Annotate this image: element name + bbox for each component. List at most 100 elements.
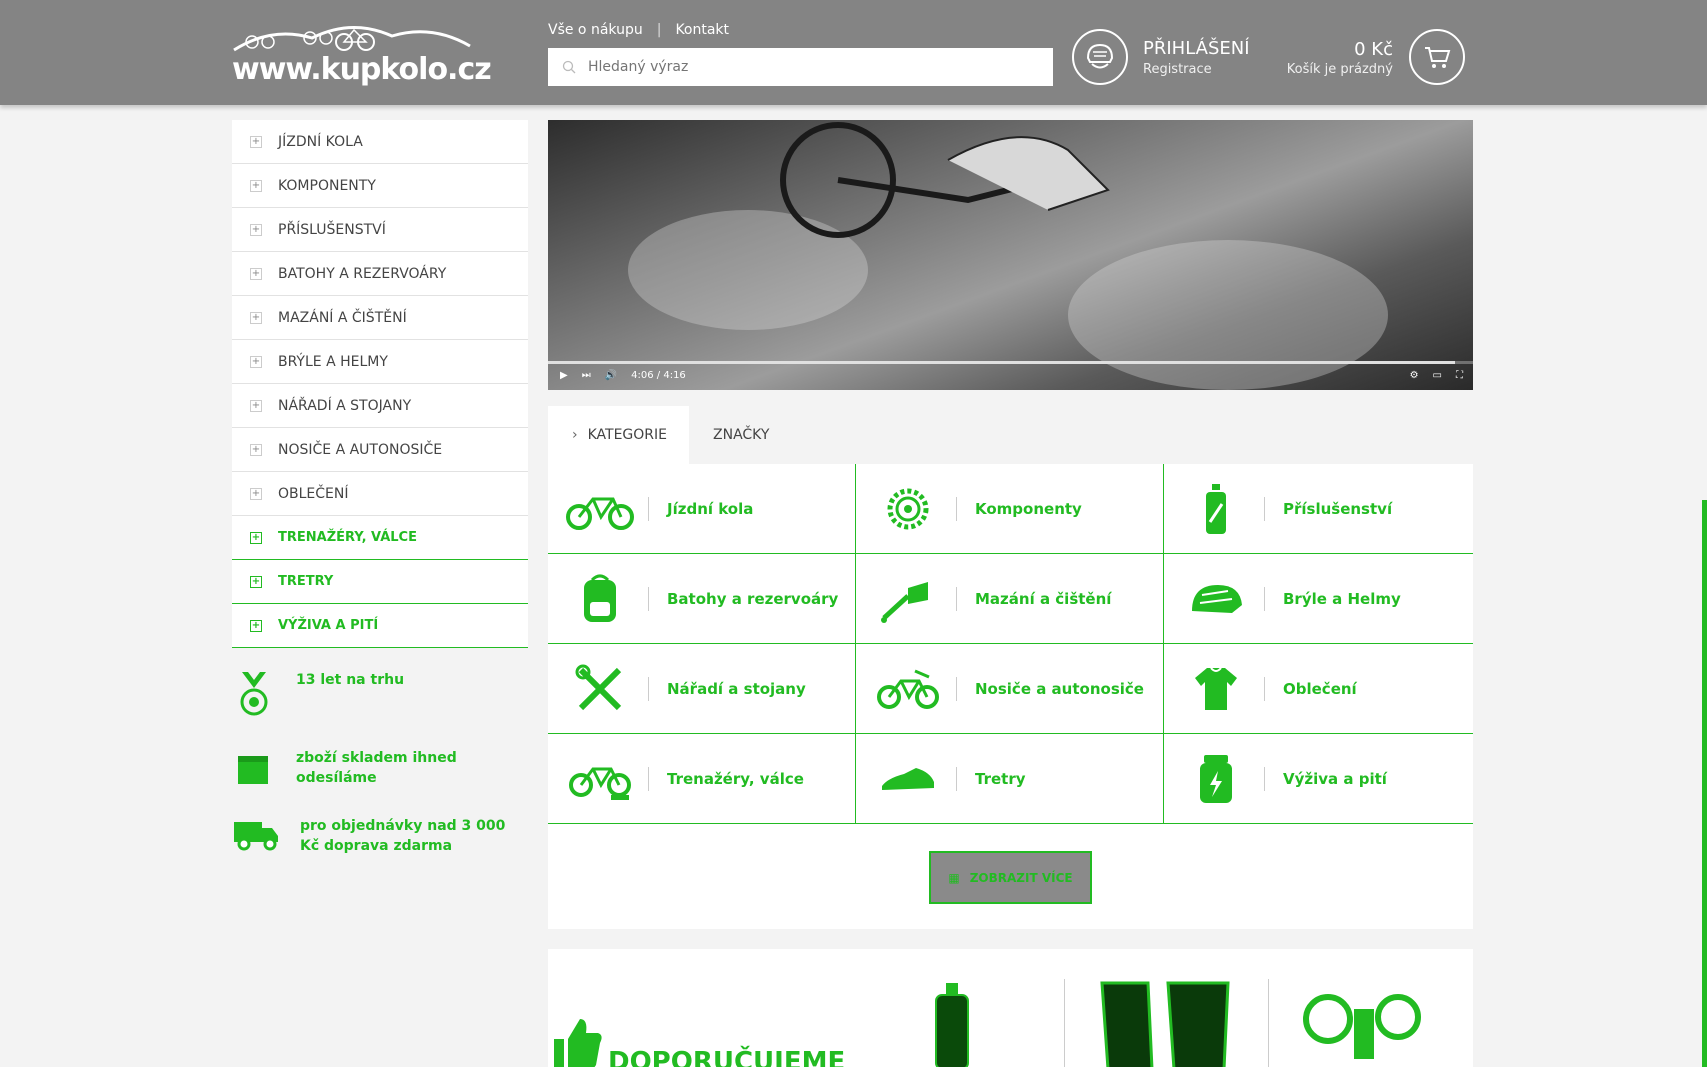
search-box[interactable] bbox=[548, 48, 1053, 86]
miniplayer-icon[interactable]: ▭ bbox=[1433, 370, 1442, 381]
backpack-icon bbox=[584, 574, 616, 622]
expand-icon[interactable]: + bbox=[250, 487, 262, 500]
sidebar-item-shoes[interactable]: + TRETRY bbox=[232, 560, 528, 604]
category-tools[interactable]: Nářadí a stojany bbox=[548, 644, 856, 734]
category-clothing[interactable]: Oblečení bbox=[1164, 644, 1473, 734]
sidebar-item-label: OBLEČENÍ bbox=[278, 485, 349, 502]
expand-icon[interactable]: + bbox=[250, 575, 262, 588]
tools-icon bbox=[575, 664, 622, 710]
site-logo[interactable]: www.kupkolo.cz bbox=[232, 16, 492, 87]
scrollbar[interactable] bbox=[1702, 500, 1707, 1067]
promo-video[interactable]: ▶ ⏭ 🔊 4:06 / 4:16 ⚙ ▭ ⛶ bbox=[548, 120, 1473, 390]
category-lubrication[interactable]: Mazání a čištění bbox=[856, 554, 1164, 644]
category-label: Oblečení bbox=[1283, 679, 1357, 698]
sidebar-item-label: VÝŽIVA A PITÍ bbox=[278, 618, 379, 633]
bike-icon bbox=[566, 497, 634, 530]
category-bikes[interactable]: Jízdní kola bbox=[548, 464, 856, 554]
sidebar-item-backpacks[interactable]: + BATOHY A REZERVOÁRY bbox=[232, 252, 528, 296]
expand-icon[interactable]: + bbox=[250, 179, 262, 192]
divider bbox=[648, 676, 649, 701]
recommended-product[interactable] bbox=[1288, 979, 1448, 1067]
play-icon[interactable]: ▶ bbox=[560, 370, 568, 381]
tab-label: ZNAČKY bbox=[713, 427, 770, 443]
helmet-user-icon bbox=[1086, 43, 1114, 69]
login-link[interactable]: PŘIHLÁŠENÍ bbox=[1143, 38, 1250, 59]
sidebar-item-clothing[interactable]: + OBLEČENÍ bbox=[232, 472, 528, 516]
sidebar-item-label: NÁŘADÍ A STOJANY bbox=[278, 397, 412, 414]
expand-icon[interactable]: + bbox=[250, 223, 262, 236]
tab-categories[interactable]: › KATEGORIE bbox=[548, 406, 690, 464]
category-backpacks[interactable]: Batohy a rezervoáry bbox=[548, 554, 856, 644]
expand-icon[interactable]: + bbox=[250, 135, 262, 148]
sidebar-item-bikes[interactable]: + JÍZDNÍ KOLA bbox=[232, 120, 528, 164]
category-label: Komponenty bbox=[975, 499, 1082, 518]
divider bbox=[1264, 586, 1265, 611]
category-label: Nářadí a stojany bbox=[667, 679, 806, 698]
divider bbox=[648, 586, 649, 611]
category-label: Mazání a čištění bbox=[975, 589, 1112, 608]
category-label: Výživa a pití bbox=[1283, 769, 1387, 788]
recommended-product[interactable] bbox=[1088, 979, 1248, 1067]
category-label: Nosiče a autonosiče bbox=[975, 679, 1144, 698]
category-nutrition[interactable]: Výživa a pití bbox=[1164, 734, 1473, 824]
category-components[interactable]: Komponenty bbox=[856, 464, 1164, 554]
cart-button[interactable] bbox=[1409, 29, 1465, 85]
category-shoes[interactable]: Tretry bbox=[856, 734, 1164, 824]
expand-icon[interactable]: + bbox=[250, 399, 262, 412]
category-carriers[interactable]: Nosiče a autonosiče bbox=[856, 644, 1164, 734]
expand-icon[interactable]: + bbox=[250, 443, 262, 456]
link-contact[interactable]: Kontakt bbox=[675, 22, 729, 38]
expand-icon[interactable]: + bbox=[250, 619, 262, 632]
sidebar-item-trainers[interactable]: + TRENAŽÉRY, VÁLCE bbox=[232, 516, 528, 560]
video-time: 4:06 / 4:16 bbox=[631, 369, 686, 381]
trainer-icon bbox=[569, 767, 631, 800]
sidebar-item-label: PŘÍSLUŠENSTVÍ bbox=[278, 221, 386, 238]
divider bbox=[1264, 676, 1265, 701]
divider bbox=[956, 586, 957, 611]
fullscreen-icon[interactable]: ⛶ bbox=[1456, 370, 1463, 381]
sidebar-item-tools[interactable]: + NÁŘADÍ A STOJANY bbox=[232, 384, 528, 428]
volume-icon[interactable]: 🔊 bbox=[605, 370, 617, 381]
sidebar-item-label: KOMPONENTY bbox=[278, 177, 376, 194]
product-image bbox=[1303, 994, 1421, 1059]
tab-brands[interactable]: ZNAČKY bbox=[689, 406, 791, 464]
divider bbox=[956, 766, 957, 791]
category-sidebar: + JÍZDNÍ KOLA + KOMPONENTY + PŘÍSLUŠENSTVÍ … bbox=[232, 120, 528, 648]
thumbs-up-icon bbox=[554, 1019, 602, 1067]
expand-icon[interactable]: + bbox=[250, 311, 262, 324]
recommended-product[interactable] bbox=[888, 979, 1028, 1067]
benefit-text: 13 let na trhu bbox=[296, 672, 405, 688]
category-trainers[interactable]: Trenažéry, válce bbox=[548, 734, 856, 824]
benefit-years: 13 let na trhu bbox=[232, 670, 528, 720]
expand-icon[interactable]: + bbox=[250, 355, 262, 368]
cart-status: Košík je prázdný bbox=[1286, 62, 1393, 77]
register-link[interactable]: Registrace bbox=[1143, 62, 1212, 77]
login-button[interactable] bbox=[1072, 29, 1128, 85]
sidebar-item-label: BRÝLE A HELMY bbox=[278, 353, 388, 370]
sidebar-item-components[interactable]: + KOMPONENTY bbox=[232, 164, 528, 208]
medal-icon bbox=[240, 672, 268, 716]
category-accessories[interactable]: Příslušenství bbox=[1164, 464, 1473, 554]
sidebar-item-nutrition[interactable]: + VÝŽIVA A PITÍ bbox=[232, 604, 528, 648]
expand-icon[interactable]: + bbox=[250, 267, 262, 280]
search-input[interactable] bbox=[588, 59, 1028, 75]
expand-icon[interactable]: + bbox=[250, 531, 262, 544]
divider bbox=[648, 766, 649, 791]
settings-icon[interactable]: ⚙ bbox=[1410, 370, 1419, 381]
link-separator: | bbox=[656, 22, 662, 38]
shoe-icon bbox=[882, 767, 934, 790]
grid-icon: ▦ bbox=[948, 870, 960, 885]
next-icon[interactable]: ⏭ bbox=[582, 370, 591, 381]
link-about-shopping[interactable]: Vše o nákupu bbox=[548, 22, 643, 38]
sidebar-item-lubrication[interactable]: + MAZÁNÍ A ČIŠTĚNÍ bbox=[232, 296, 528, 340]
sidebar-item-accessories[interactable]: + PŘÍSLUŠENSTVÍ bbox=[232, 208, 528, 252]
category-glasses-helmets[interactable]: Brýle a Helmy bbox=[1164, 554, 1473, 644]
sidebar-item-glasses-helmets[interactable]: + BRÝLE A HELMY bbox=[232, 340, 528, 384]
supplement-icon bbox=[1200, 754, 1232, 803]
sidebar-item-carriers[interactable]: + NOSIČE A AUTONOSIČE bbox=[232, 428, 528, 472]
category-label: Brýle a Helmy bbox=[1283, 589, 1401, 608]
show-more-button[interactable]: ▦ ZOBRAZIT VÍCE bbox=[929, 851, 1092, 904]
chainring-icon bbox=[887, 488, 929, 529]
cart-total[interactable]: 0 Kč bbox=[1354, 39, 1393, 60]
sidebar-item-label: NOSIČE A AUTONOSIČE bbox=[278, 441, 443, 458]
